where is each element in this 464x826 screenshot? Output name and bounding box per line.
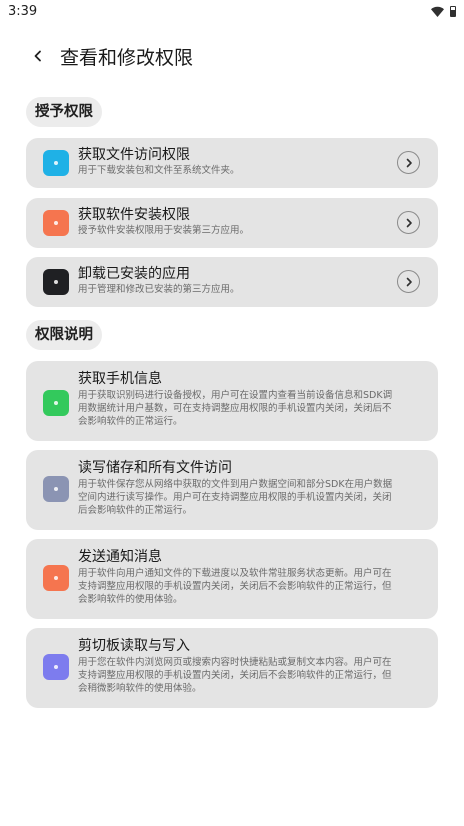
card-desc-line: 会稍微影响软件的使用体验。 [78, 683, 202, 694]
card-desc-line: 用数据统计用户基数，可在支持调整应用权限的手机设置内关闭，关闭后不 [78, 403, 392, 414]
card-desc-line: 用于软件保存您从网络中获取的文件到用户数据空间和部分SDK在用户数据 [78, 479, 393, 490]
card-title: 获取手机信息 [78, 371, 162, 387]
chevron-left-icon [34, 50, 41, 62]
open-button[interactable] [397, 151, 420, 174]
card-desc-line: 后会影响软件的正常运行。 [78, 505, 193, 516]
card-desc-line: 会影响软件的正常运行。 [78, 416, 183, 427]
file-access-permission-card[interactable]: 获取文件访问权限 用于下载安装包和文件至系统文件夹。 [26, 138, 438, 188]
open-button[interactable] [397, 270, 420, 293]
clipboard-icon [43, 654, 69, 680]
phone-info-card: 获取手机信息 用于获取识别码进行设备授权，用户可在设置内查看当前设备信息和SDK… [26, 361, 438, 441]
storage-card: 读写储存和所有文件访问 用于软件保存您从网络中获取的文件到用户数据空间和部分SD… [26, 450, 438, 530]
grant-section-label: 授予权限 [26, 97, 102, 127]
card-title: 读写储存和所有文件访问 [78, 460, 232, 476]
phone-icon [43, 390, 69, 416]
chevron-right-icon [406, 277, 412, 286]
wifi-icon [431, 6, 444, 17]
card-desc-line: 用于您在软件内浏览网页或搜索内容时快捷粘贴或复制文本内容。用户可在 [78, 657, 392, 668]
card-desc-line: 空间内进行读写操作。用户可在支持调整应用权限的手机设置内关闭，关闭 [78, 492, 392, 503]
explain-section-label: 权限说明 [26, 320, 102, 350]
install-icon [43, 210, 69, 236]
chevron-right-icon [406, 158, 412, 167]
app-bar: 查看和修改权限 [0, 36, 464, 76]
clipboard-card: 剪切板读取与写入 用于您在软件内浏览网页或搜索内容时快捷粘贴或复制文本内容。用户… [26, 628, 438, 708]
install-permission-card[interactable]: 获取软件安装权限 授予软件安装权限用于安装第三方应用。 [26, 198, 438, 248]
card-desc-line: 会影响软件的使用体验。 [78, 594, 183, 605]
notification-icon [43, 565, 69, 591]
card-title: 获取软件安装权限 [78, 207, 190, 223]
card-desc-line: 用于软件向用户通知文件的下载进度以及软件常驻服务状态更新。用户可在 [78, 568, 392, 579]
status-bar: 3:39 [0, 0, 464, 22]
status-icons [431, 5, 456, 17]
uninstall-icon [43, 269, 69, 295]
open-button[interactable] [397, 211, 420, 234]
card-title: 发送通知消息 [78, 549, 162, 565]
card-title: 剪切板读取与写入 [78, 638, 190, 654]
notification-card: 发送通知消息 用于软件向用户通知文件的下载进度以及软件常驻服务状态更新。用户可在… [26, 539, 438, 619]
card-desc-line: 支持调整应用权限的手机设置内关闭，关闭后不会影响软件的正常运行，但 [78, 670, 392, 681]
battery-icon [450, 5, 456, 17]
card-title: 获取文件访问权限 [78, 147, 190, 163]
card-desc: 授予软件安装权限用于安装第三方应用。 [78, 225, 250, 236]
card-desc: 用于管理和修改已安装的第三方应用。 [78, 284, 240, 295]
storage-icon [43, 476, 69, 502]
chevron-right-icon [406, 218, 412, 227]
card-desc-line: 用于获取识别码进行设备授权，用户可在设置内查看当前设备信息和SDK调 [78, 390, 393, 401]
card-desc: 用于下载安装包和文件至系统文件夹。 [78, 165, 240, 176]
page-title: 查看和修改权限 [60, 46, 194, 69]
folder-icon [43, 150, 69, 176]
status-time: 3:39 [8, 3, 38, 19]
uninstall-permission-card[interactable]: 卸载已安装的应用 用于管理和修改已安装的第三方应用。 [26, 257, 438, 307]
card-desc-line: 支持调整应用权限的手机设置内关闭，关闭后不会影响软件的正常运行，但 [78, 581, 392, 592]
card-title: 卸载已安装的应用 [78, 266, 190, 282]
back-button[interactable] [28, 46, 48, 66]
